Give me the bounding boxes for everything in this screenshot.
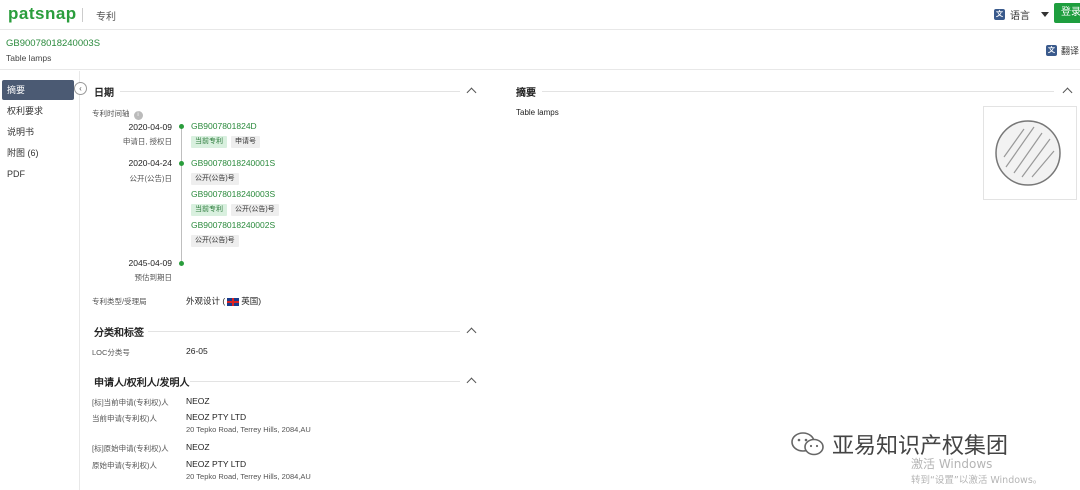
- section-divider: [148, 331, 460, 332]
- activate-windows-sub: 转到“设置”以激活 Windows。: [911, 475, 1043, 486]
- timeline-dot: [179, 261, 184, 266]
- section-sidebar: 摘要 权利要求 说明书 附图 (6) PDF: [0, 71, 80, 490]
- lamp-drawing-image: [995, 120, 1061, 186]
- event-label: 预估到期日: [134, 273, 173, 282]
- application-number-tag: 申请号: [231, 136, 260, 148]
- dates-heading: 日期: [94, 88, 114, 99]
- translate-label: 翻译: [1061, 46, 1080, 56]
- timeline-line: [181, 126, 182, 263]
- party-address: 20 Tepko Road, Terrey Hills, 2084,AU: [186, 472, 311, 481]
- logo-divider: [82, 8, 83, 22]
- activate-windows-title: 激活 Windows: [911, 457, 993, 471]
- sidebar-item-description[interactable]: 说明书: [2, 122, 74, 142]
- language-selector[interactable]: 文 语言: [994, 7, 1049, 22]
- event-date: 2020-04-24: [128, 158, 172, 168]
- patent-type-label: 专利类型/受理局: [92, 297, 147, 306]
- module-label[interactable]: 专利: [96, 8, 116, 23]
- patent-type-value: 外观设计 (英国): [186, 296, 262, 306]
- chevron-up-icon[interactable]: [466, 377, 477, 388]
- publication-number-tag: 公开(公告)号: [231, 204, 279, 216]
- patent-number-link[interactable]: GB9007801824D: [191, 121, 257, 131]
- current-patent-tag: 当前专利: [191, 204, 227, 216]
- chevron-up-icon[interactable]: [466, 87, 477, 98]
- event-date: 2020-04-09: [128, 122, 172, 132]
- top-bar: patsnap 专利 文 语言 登录: [0, 0, 1080, 30]
- event-label: 公开(公告)日: [129, 174, 173, 183]
- timeline-dot: [179, 124, 184, 129]
- loc-label: LOC分类号: [92, 348, 130, 357]
- parties-heading: 申请人/权利人/发明人: [94, 378, 190, 389]
- chevron-up-icon[interactable]: [466, 327, 477, 338]
- sidebar-item-pdf[interactable]: PDF: [2, 164, 74, 184]
- abstract-heading: 摘要: [516, 88, 536, 99]
- abstract-text: Table lamps: [516, 108, 559, 117]
- timeline-label: 专利时间轴 i: [92, 108, 143, 120]
- party-name[interactable]: NEOZ: [186, 442, 210, 452]
- party-name[interactable]: NEOZ PTY LTD: [186, 412, 246, 422]
- loc-value: 26-05: [186, 346, 208, 356]
- party-label: [标]当前申请(专利权)人: [92, 398, 169, 407]
- publication-number-tag: 公开(公告)号: [191, 235, 239, 247]
- classification-heading: 分类和标签: [94, 328, 144, 339]
- sidebar-item-abstract[interactable]: 摘要: [2, 80, 74, 100]
- party-name[interactable]: NEOZ PTY LTD: [186, 459, 246, 469]
- party-label: 当前申请(专利权)人: [92, 414, 157, 423]
- chevron-down-icon: [1041, 12, 1049, 17]
- patent-number-link[interactable]: GB90078018240001S: [191, 158, 275, 168]
- translate-button[interactable]: 文 翻译: [1046, 44, 1079, 57]
- section-divider: [120, 91, 460, 92]
- translate-icon: 文: [994, 9, 1005, 20]
- drawing-thumbnail[interactable]: [983, 106, 1077, 200]
- patent-number-link[interactable]: GB90078018240003S: [191, 189, 275, 199]
- language-label: 语言: [1010, 11, 1030, 22]
- uk-flag-icon: [227, 297, 240, 306]
- sidebar-item-claims[interactable]: 权利要求: [2, 101, 74, 121]
- party-address: 20 Tepko Road, Terrey Hills, 2084,AU: [186, 425, 311, 434]
- timeline-dot: [179, 161, 184, 166]
- event-label: 申请日, 授权日: [122, 137, 172, 146]
- info-icon[interactable]: i: [133, 111, 143, 120]
- wechat-icon: [791, 432, 824, 456]
- party-name[interactable]: NEOZ: [186, 396, 210, 406]
- sidebar-item-drawings[interactable]: 附图 (6): [2, 143, 74, 163]
- party-label: [标]原始申请(专利权)人: [92, 444, 169, 453]
- patent-header: GB90078018240003S Table lamps 文 翻译: [0, 31, 1080, 70]
- event-date: 2045-04-09: [128, 258, 172, 268]
- publication-number-tag: 公开(公告)号: [191, 173, 239, 185]
- section-divider: [542, 91, 1054, 92]
- patent-number-link[interactable]: GB90078018240002S: [191, 220, 275, 230]
- chevron-up-icon[interactable]: [1062, 87, 1073, 98]
- patsnap-logo[interactable]: patsnap: [8, 4, 77, 24]
- publication-number: GB90078018240003S: [6, 38, 101, 49]
- translate-icon: 文: [1046, 45, 1057, 56]
- party-label: 原始申请(专利权)人: [92, 461, 157, 470]
- patent-title: Table lamps: [6, 53, 52, 63]
- collapse-sidebar-icon[interactable]: ‹: [74, 82, 87, 95]
- login-button[interactable]: 登录: [1054, 3, 1080, 23]
- current-patent-tag: 当前专利: [191, 136, 227, 148]
- section-divider: [190, 381, 460, 382]
